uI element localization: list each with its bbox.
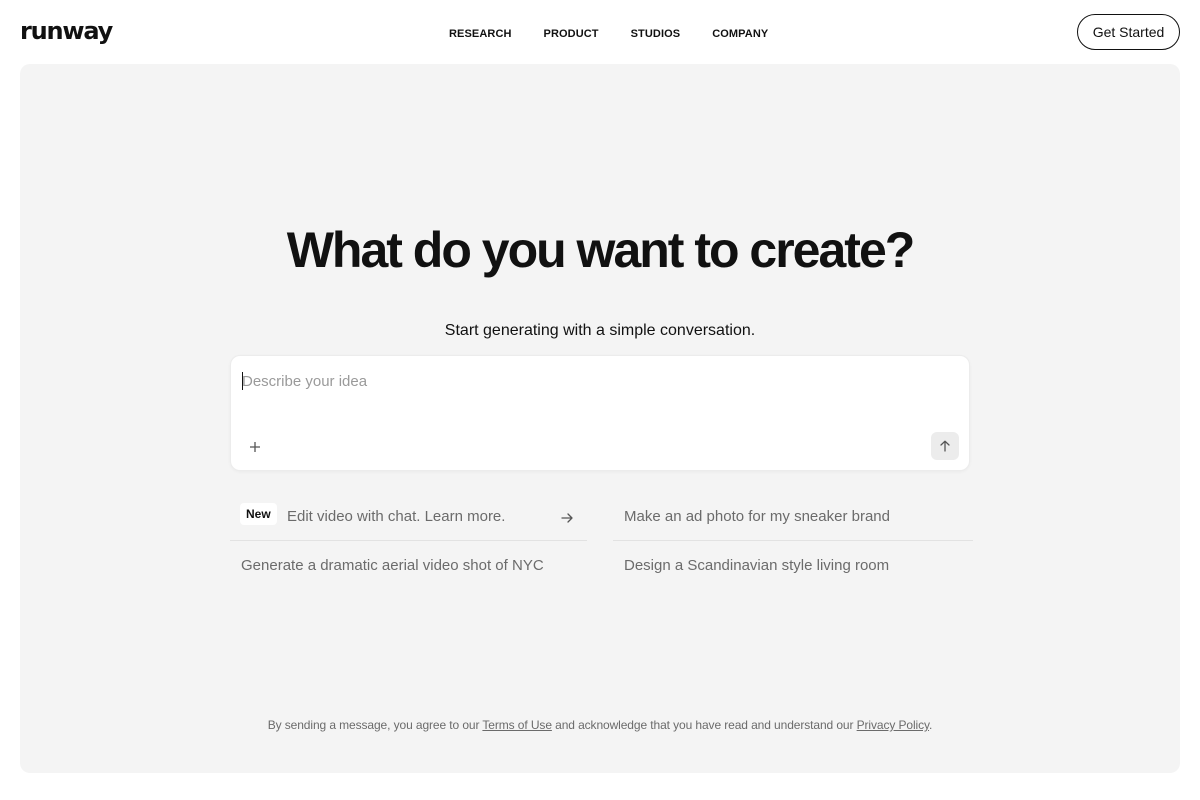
nav-research[interactable]: RESEARCH xyxy=(449,27,512,41)
nav-studios[interactable]: STUDIOS xyxy=(631,27,681,41)
add-attachment-button[interactable] xyxy=(245,437,265,457)
terms-link[interactable]: Terms of Use xyxy=(482,718,552,732)
nav-company[interactable]: COMPANY xyxy=(712,27,768,41)
suggestion-ad-photo[interactable]: Make an ad photo for my sneaker brand xyxy=(613,492,973,541)
site-header: runway RESEARCH PRODUCT STUDIOS COMPANY … xyxy=(0,0,1200,64)
legal-prefix: By sending a message, you agree to our xyxy=(267,718,483,732)
prompt-box xyxy=(230,355,970,471)
suggestion-living-room[interactable]: Design a Scandinavian style living room xyxy=(613,541,973,590)
nav-product[interactable]: PRODUCT xyxy=(544,27,599,41)
arrow-right-icon xyxy=(561,513,573,523)
arrow-up-icon xyxy=(940,440,950,452)
send-button[interactable] xyxy=(931,432,959,460)
page-title: What do you want to create? xyxy=(286,222,916,278)
new-badge: New xyxy=(240,503,277,525)
legal-suffix: . xyxy=(929,718,933,732)
suggestion-label: Edit video with chat. Learn more. xyxy=(287,508,506,525)
suggestion-label: Generate a dramatic aerial video shot of… xyxy=(241,557,544,574)
page-subtitle: Start generating with a simple conversat… xyxy=(444,322,756,339)
legal-notice: By sending a message, you agree to our T… xyxy=(0,717,1200,733)
main-nav: RESEARCH PRODUCT STUDIOS COMPANY xyxy=(449,27,768,41)
runway-logo[interactable]: runway xyxy=(20,17,113,45)
text-caret xyxy=(242,372,243,390)
plus-icon xyxy=(250,442,260,452)
privacy-link[interactable]: Privacy Policy xyxy=(857,718,930,732)
suggestion-label: Design a Scandinavian style living room xyxy=(624,557,890,574)
suggestion-edit-video[interactable]: New Edit video with chat. Learn more. xyxy=(230,492,587,541)
suggestion-label: Make an ad photo for my sneaker brand xyxy=(624,508,890,525)
get-started-button[interactable]: Get Started xyxy=(1077,14,1180,50)
suggestion-aerial-video[interactable]: Generate a dramatic aerial video shot of… xyxy=(230,541,587,590)
prompt-input[interactable] xyxy=(242,369,942,393)
legal-middle: and acknowledge that you have read and u… xyxy=(551,718,857,732)
